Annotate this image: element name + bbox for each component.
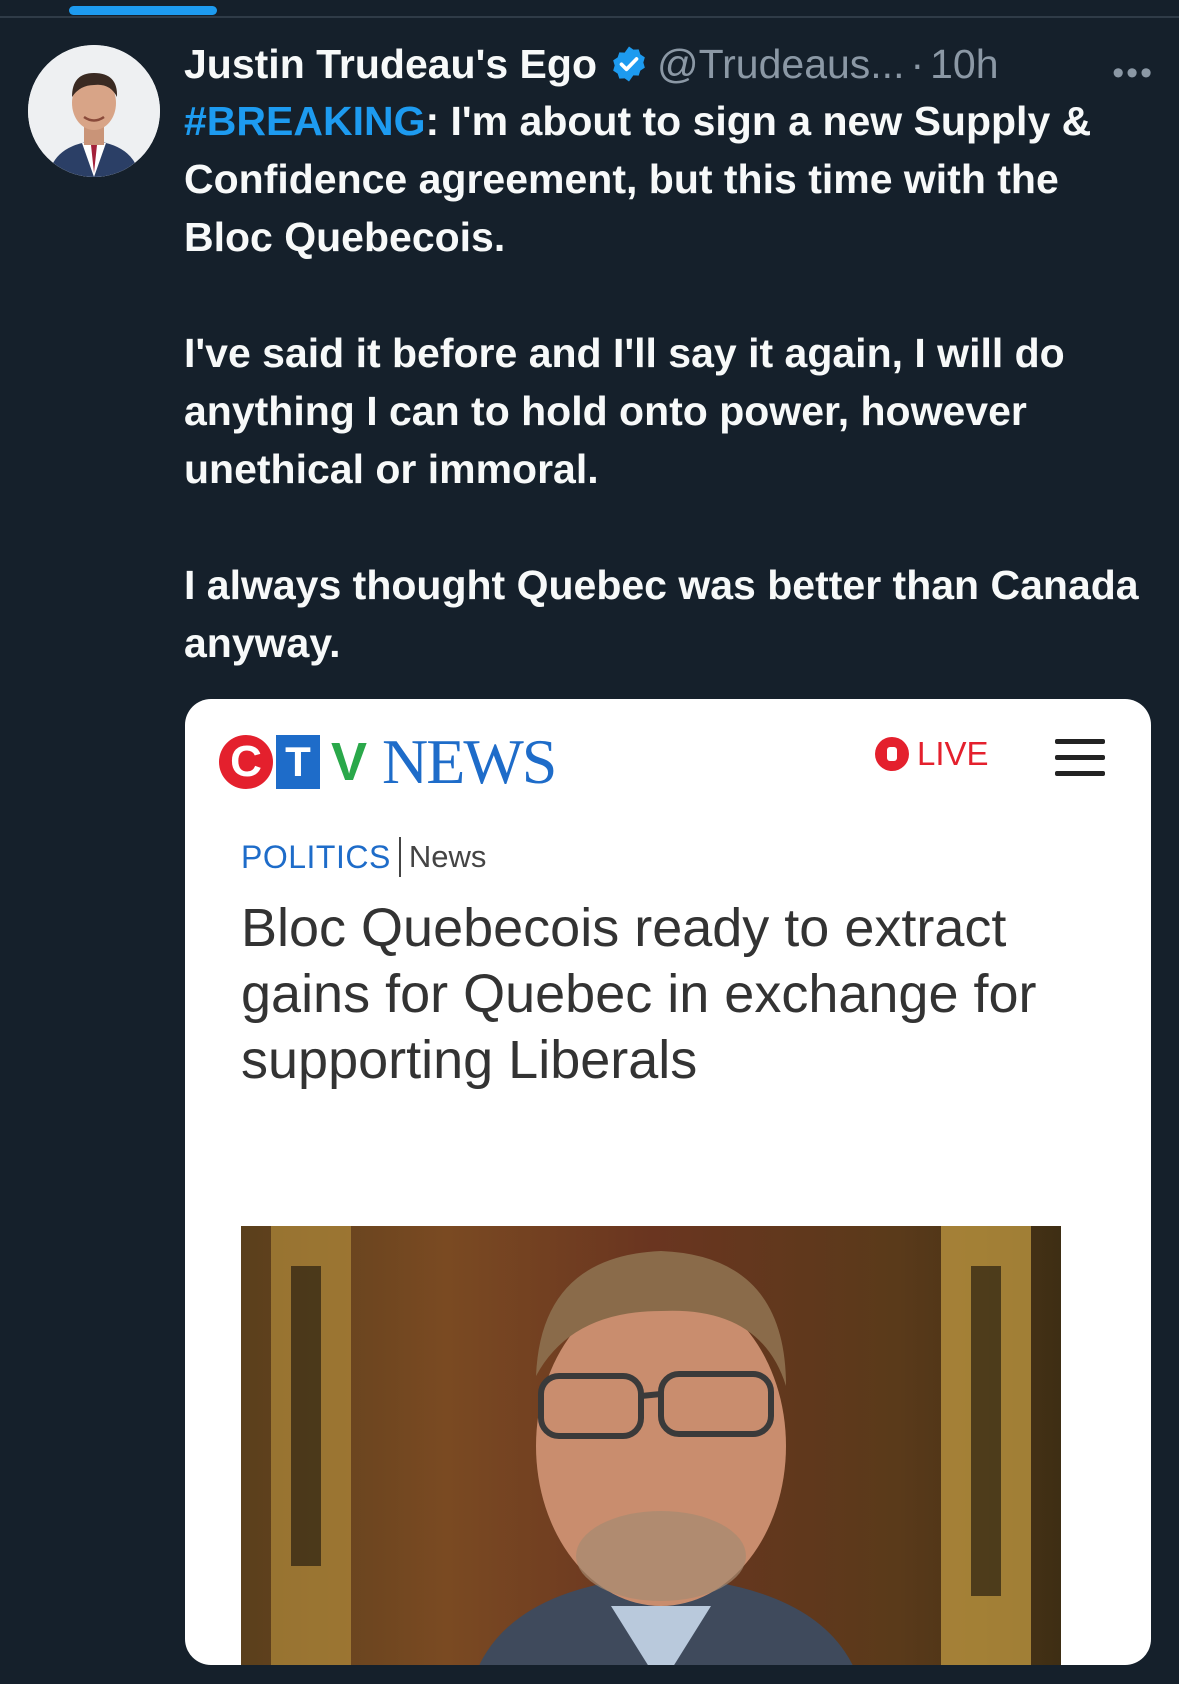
tweet: Justin Trudeau's Ego @Trudeaus... · 10h … bbox=[184, 36, 1154, 672]
avatar[interactable] bbox=[28, 45, 160, 177]
news-card[interactable]: C T V NEWS LIVE POLITICS News Bloc Quebe… bbox=[185, 699, 1151, 1665]
timestamp[interactable]: 10h bbox=[930, 41, 998, 88]
breadcrumb: POLITICS News bbox=[241, 835, 486, 879]
top-divider bbox=[0, 16, 1179, 18]
section-news[interactable]: News bbox=[409, 839, 487, 875]
tweet-paragraph-3: I always thought Quebec was better than … bbox=[184, 562, 1139, 666]
author-handle[interactable]: @Trudeaus... bbox=[657, 41, 904, 88]
ctv-logo-v: V bbox=[330, 732, 368, 792]
section-politics[interactable]: POLITICS bbox=[241, 839, 391, 876]
hamburger-menu-icon[interactable] bbox=[1055, 739, 1105, 777]
hashtag-link[interactable]: #BREAKING bbox=[184, 98, 425, 144]
tweet-paragraph-2: I've said it before and I'll say it agai… bbox=[184, 330, 1065, 492]
tweet-text: #BREAKING: I'm about to sign a new Suppl… bbox=[184, 92, 1154, 672]
live-label: LIVE bbox=[917, 735, 989, 772]
article-headline[interactable]: Bloc Quebecois ready to extract gains fo… bbox=[241, 895, 1101, 1093]
ctv-logo-news: NEWS bbox=[382, 726, 557, 797]
ctv-logo-c: C bbox=[219, 735, 273, 789]
article-photo bbox=[241, 1226, 1061, 1665]
live-button[interactable]: LIVE bbox=[875, 735, 989, 773]
ctv-logo-t: T bbox=[276, 735, 320, 789]
active-tab-indicator bbox=[69, 6, 217, 15]
author-name[interactable]: Justin Trudeau's Ego bbox=[184, 41, 597, 88]
tweet-header: Justin Trudeau's Ego @Trudeaus... · 10h … bbox=[184, 36, 1154, 93]
avatar-image bbox=[28, 45, 160, 177]
more-options-icon[interactable]: ••• bbox=[1112, 54, 1154, 93]
live-icon bbox=[875, 737, 909, 771]
verified-badge-icon bbox=[613, 46, 645, 82]
tweet-paragraph-1: #BREAKING: I'm about to sign a new Suppl… bbox=[184, 92, 1154, 266]
dot-separator: · bbox=[910, 40, 925, 87]
ctv-news-logo: C T V NEWS bbox=[219, 726, 557, 797]
article-photo-image bbox=[241, 1226, 1061, 1665]
section-divider bbox=[398, 837, 401, 877]
